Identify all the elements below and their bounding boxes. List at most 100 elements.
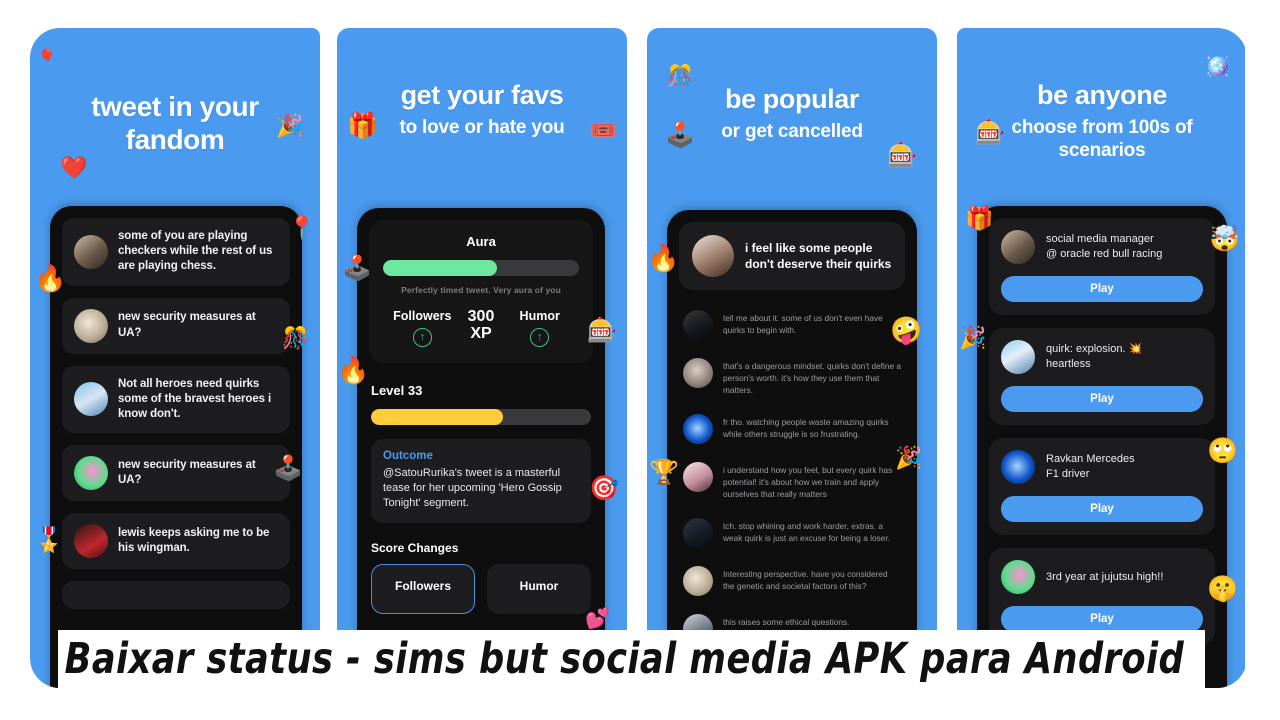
- tweet-row[interactable]: lewis keeps asking me to be his wingman.: [62, 513, 290, 570]
- panel-4-headline: be anyone: [1037, 80, 1167, 110]
- slot-machine-sticker: 🎰: [887, 141, 917, 169]
- panel-3-phone-frame: i feel like some people don't deserve th…: [667, 210, 917, 688]
- reply-text: i understand how you feel, but every qui…: [723, 465, 893, 500]
- store-screenshot-panel-2: get your favs to love or hate you Aura P…: [337, 28, 627, 688]
- panel-3-subhead: or get cancelled: [721, 120, 863, 142]
- reply-text: tch. stop whining and work harder, extra…: [723, 521, 890, 544]
- panel-2-result-screen: Aura Perfectly timed tweet. Very aura of…: [357, 208, 605, 614]
- scenario-header: quirk: explosion. 💥 heartless: [1001, 340, 1203, 374]
- tweet-text: lewis keeps asking me to be his wingman.: [118, 526, 270, 555]
- reply-row[interactable]: i understand how you feel, but every qui…: [679, 456, 905, 512]
- store-screenshot-panel-4: be anyone choose from 100s of scenarios …: [957, 28, 1247, 688]
- page-background-mask-right: [1245, 0, 1280, 720]
- panel-4-headline-block: be anyone choose from 100s of scenarios: [957, 28, 1247, 162]
- screenshot-root: tweet in your fandom some of you are pla…: [0, 0, 1280, 720]
- panel-4-phone-frame: social media manager @ oracle red bull r…: [977, 206, 1227, 688]
- play-button[interactable]: Play: [1001, 386, 1203, 412]
- scenario-header: social media manager @ oracle red bull r…: [1001, 230, 1203, 264]
- panel-1-phone-frame: some of you are playing checkers while t…: [50, 206, 302, 688]
- tweet-row[interactable]: Not all heroes need quirks some of the b…: [62, 365, 290, 434]
- aura-title: Aura: [466, 234, 496, 249]
- scenario-header: Ravkan Mercedes F1 driver: [1001, 450, 1203, 484]
- reply-text: tell me about it. some of us don't even …: [723, 313, 883, 336]
- scenario-line2: heartless: [1046, 358, 1091, 370]
- outcome-heading: Outcome: [383, 450, 433, 462]
- lead-tweet-text: i feel like some people don't deserve th…: [745, 240, 892, 271]
- avatar: [692, 235, 734, 277]
- level-progress-bar: [371, 409, 591, 425]
- heart-sticker: ❤️: [60, 156, 88, 181]
- avatar: [683, 310, 713, 340]
- reply-text: Interesting perspective. have you consid…: [723, 569, 888, 592]
- score-chip-humor[interactable]: Humor: [487, 563, 591, 614]
- reply-row[interactable]: fr tho. watching people waste amazing qu…: [679, 408, 905, 456]
- tweet-text: new security measures at UA?: [118, 311, 256, 339]
- panel-1-tweet-feed: some of you are playing checkers while t…: [50, 206, 302, 610]
- avatar: [683, 462, 713, 493]
- tweet-row[interactable]: new security measures at UA?: [62, 297, 290, 354]
- avatar: [683, 566, 713, 597]
- stat-followers: Followers ↑: [383, 309, 462, 347]
- reply-row[interactable]: tell me about it. some of us don't even …: [679, 304, 905, 352]
- panel-4-subhead: choose from 100s of scenarios: [1011, 116, 1193, 161]
- tweet-row[interactable]: [62, 581, 290, 610]
- scenario-header: 3rd year at jujutsu high!!: [1001, 560, 1203, 594]
- avatar: [683, 358, 713, 388]
- tweet-row[interactable]: some of you are playing checkers while t…: [62, 218, 290, 286]
- avatar: [74, 382, 108, 417]
- reply-row[interactable]: tch. stop whining and work harder, extra…: [679, 512, 905, 560]
- stat-humor: Humor ↑: [500, 309, 579, 347]
- avatar: [1001, 230, 1035, 264]
- tweet-text: Not all heroes need quirks some of the b…: [118, 377, 272, 420]
- store-screenshot-panel-3: be popular or get cancelled i feel like …: [647, 28, 937, 688]
- lead-tweet[interactable]: i feel like some people don't deserve th…: [679, 222, 905, 290]
- xp-gain: 300 XP: [462, 308, 501, 343]
- tweet-text: new security measures at UA?: [118, 458, 256, 487]
- score-chip-followers[interactable]: Followers: [371, 563, 475, 614]
- reply-text: that's a dangerous mindset. quirks don't…: [723, 361, 901, 396]
- tweet-row[interactable]: new security measures at UA?: [62, 445, 290, 502]
- panel-3-headline-block: be popular or get cancelled: [647, 28, 937, 144]
- stat-humor-label: Humor: [519, 309, 560, 323]
- score-changes-title: Score Changes: [371, 540, 459, 555]
- panel-1-headline-line1: tweet in your: [91, 91, 259, 122]
- avatar: [74, 524, 108, 559]
- play-button[interactable]: Play: [1001, 606, 1203, 632]
- play-button[interactable]: Play: [1001, 276, 1203, 302]
- aura-card: Aura Perfectly timed tweet. Very aura of…: [369, 220, 593, 363]
- reply-row[interactable]: that's a dangerous mindset. quirks don't…: [679, 352, 905, 408]
- reply-text: fr tho. watching people waste amazing qu…: [723, 417, 889, 440]
- tweet-text: some of you are playing checkers while t…: [118, 230, 273, 273]
- play-button[interactable]: Play: [1001, 496, 1203, 522]
- avatar: [683, 518, 713, 549]
- panel-4-scenario-list: social media manager @ oracle red bull r…: [977, 206, 1227, 645]
- avatar: [1001, 450, 1035, 484]
- scenario-text: 3rd year at jujutsu high!!: [1046, 570, 1163, 585]
- level-label: Level 33: [371, 383, 423, 398]
- avatar: [74, 308, 108, 343]
- avatar: [683, 414, 713, 445]
- scenario-line1: social media manager: [1046, 233, 1154, 246]
- reply-row[interactable]: Interesting perspective. have you consid…: [679, 560, 905, 608]
- aura-progress-bar: [383, 260, 579, 276]
- download-caption-banner: Baixar status - sims but social media AP…: [58, 630, 1205, 688]
- outcome-card: Outcome @SatouRurika's tweet is a master…: [371, 439, 591, 523]
- panel-2-phone-frame: Aura Perfectly timed tweet. Very aura of…: [357, 208, 605, 688]
- scenario-line2: F1 driver: [1046, 468, 1090, 480]
- panel-1-headline-line2: fandom: [125, 124, 225, 156]
- scenario-line1: Ravkan Mercedes: [1046, 453, 1135, 466]
- xp-number: 300: [467, 308, 495, 325]
- arrow-up-circle-icon: ↑: [530, 328, 550, 347]
- store-screenshot-panel-1: tweet in your fandom some of you are pla…: [30, 28, 320, 688]
- panel-2-headline-block: get your favs to love or hate you: [337, 28, 627, 140]
- panel-2-headline: get your favs: [400, 80, 564, 110]
- aura-stats-row: Followers ↑ 300 XP Humor ↑: [383, 308, 579, 347]
- level-section: Level 33 Outcome @SatouRurika's tweet is…: [369, 377, 593, 614]
- scenario-card: social media manager @ oracle red bull r…: [989, 218, 1215, 315]
- avatar: [1001, 340, 1035, 374]
- outcome-body: @SatouRurika's tweet is a masterful teas…: [383, 467, 562, 510]
- scenario-card: Ravkan Mercedes F1 driver Play: [989, 438, 1215, 535]
- scenario-text: Ravkan Mercedes F1 driver: [1046, 452, 1135, 482]
- xp-unit: XP: [470, 324, 492, 342]
- scenario-line1: quirk: explosion. 💥: [1046, 343, 1143, 356]
